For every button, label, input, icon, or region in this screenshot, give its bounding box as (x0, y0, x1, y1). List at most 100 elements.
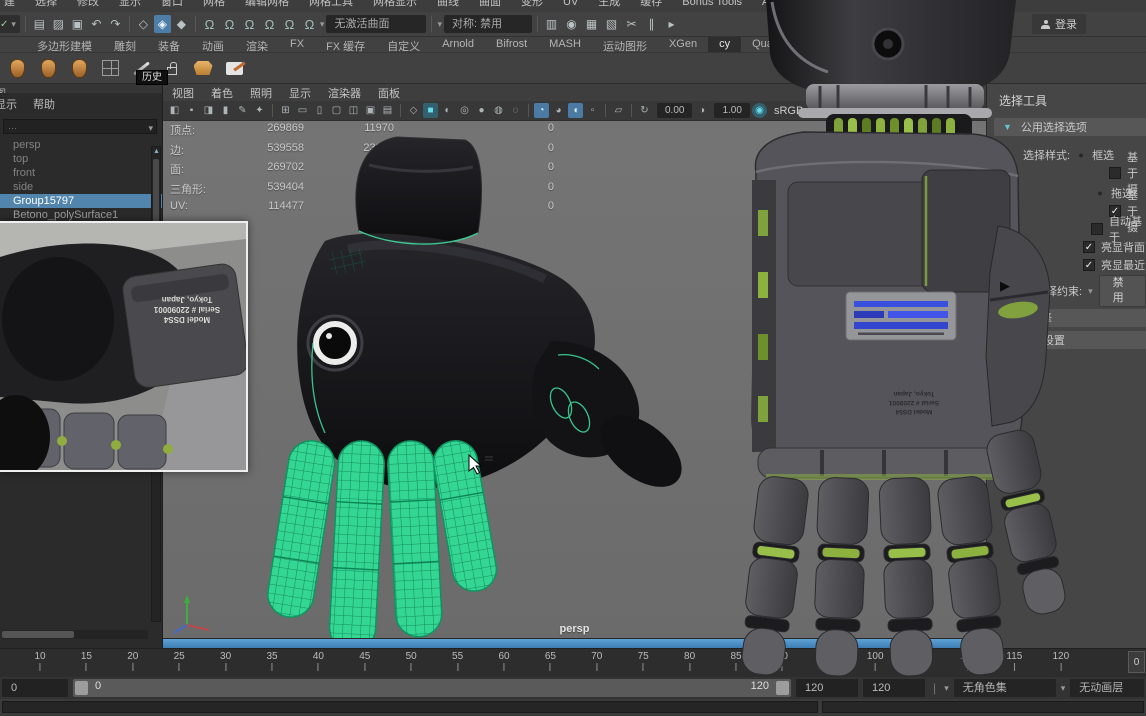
symmetry-field[interactable]: 对称: 禁用 (443, 15, 532, 33)
timeline-tick[interactable]: 40 (313, 651, 324, 671)
film-gate-icon[interactable]: ▭ (295, 103, 310, 118)
menu-item[interactable]: 缓存 (640, 0, 662, 12)
viewport-menu-item[interactable]: 显示 (289, 85, 311, 101)
motion-blur-icon[interactable]: ◌ (508, 103, 523, 118)
outliner-item[interactable]: side (0, 180, 162, 194)
checkbox-auto-based[interactable] (1091, 223, 1103, 235)
poly-sphere-icon[interactable] (6, 56, 28, 80)
outliner-item[interactable]: persp (0, 138, 162, 152)
divider[interactable] (631, 104, 632, 117)
ipr-render-icon[interactable]: ◉ (563, 15, 580, 33)
timeline-tick[interactable]: 25 (174, 651, 185, 671)
menu-item[interactable]: 窗口 (161, 0, 183, 12)
poly-cylinder-icon[interactable] (68, 56, 90, 80)
menu-item[interactable]: 修改 (77, 0, 99, 12)
wireframe-icon[interactable]: ◇ (406, 103, 421, 118)
shelf-tab[interactable]: FX (279, 37, 315, 52)
timeline-tick[interactable]: 50 (406, 651, 417, 671)
timeline-tick[interactable]: 55 (452, 651, 463, 671)
safe-title-icon[interactable]: ▤ (380, 103, 395, 118)
ambient-occlusion-icon[interactable]: ◍ (491, 103, 506, 118)
menu-item[interactable]: UV (563, 0, 578, 12)
panes-icon[interactable] (99, 56, 121, 80)
use-all-lights-icon[interactable]: ◎ (457, 103, 472, 118)
step-icon[interactable]: ▸ (663, 15, 680, 33)
menu-item[interactable]: 生成 (598, 0, 620, 12)
anim-layer-field[interactable]: 无动画层 (1070, 679, 1144, 697)
snap-curve-icon[interactable]: Ω (221, 15, 238, 33)
menu-item[interactable]: 网格显示 (373, 0, 417, 12)
timeline-tick[interactable]: 10 (34, 651, 45, 671)
constraint-value-button[interactable]: 禁用 (1098, 275, 1146, 307)
history-icon[interactable] (223, 56, 245, 80)
divider[interactable] (272, 104, 273, 117)
viewport-menu-item[interactable]: 照明 (250, 85, 272, 101)
panel-expand-arrow-icon[interactable]: ▶ (1000, 279, 1010, 292)
safe-action-icon[interactable]: ▣ (363, 103, 378, 118)
snap-point-icon[interactable]: Ω (241, 15, 258, 33)
menu-item[interactable]: 编辑网格 (245, 0, 289, 12)
outliner-horizontal-scrollbar[interactable] (2, 630, 148, 639)
chevron-down-icon[interactable]: ▾ (944, 683, 949, 694)
range-slider[interactable]: 0 120 (73, 679, 791, 697)
timeline-tick[interactable]: 60 (498, 651, 509, 671)
menu-set-selector[interactable]: ✓ ▾ (0, 15, 20, 33)
timeline-tick[interactable]: 65 (545, 651, 556, 671)
pause-icon[interactable]: ∥ (643, 15, 660, 33)
wireframe-fingers[interactable] (265, 437, 500, 638)
render-view-icon[interactable]: ▥ (543, 15, 560, 33)
menu-item[interactable]: 变形 (521, 0, 543, 12)
outliner-item[interactable]: front (0, 166, 162, 180)
save-scene-icon[interactable]: ▣ (69, 15, 86, 33)
make-live-icon[interactable]: Ω (301, 15, 318, 33)
divider[interactable] (400, 104, 401, 117)
snap-view-plane-icon[interactable]: Ω (281, 15, 298, 33)
redo-icon[interactable]: ↷ (107, 15, 124, 33)
menu-item[interactable]: 曲面 (479, 0, 501, 12)
outliner-item[interactable]: Group15797 (0, 194, 162, 208)
menu-item[interactable]: 网格 (203, 0, 225, 12)
bookmark-icon[interactable]: ▮ (218, 103, 233, 118)
xray-icon[interactable]: ◔ (534, 103, 549, 118)
camera-lock-icon[interactable]: ▪ (184, 103, 199, 118)
checkbox-highlight-nearest[interactable]: ✓ (1083, 259, 1095, 271)
image-plane-icon[interactable]: ✎ (235, 103, 250, 118)
twosided-lighting-icon[interactable]: ✦ (252, 103, 267, 118)
checkbox-highlight-backfaces[interactable]: ✓ (1083, 241, 1095, 253)
outliner-item[interactable]: top (0, 152, 162, 166)
radio-drag[interactable]: ● (1095, 188, 1105, 198)
range-start-field[interactable]: 0 (2, 679, 68, 697)
timeline-tick[interactable]: 75 (638, 651, 649, 671)
timeline-tick[interactable]: 20 (127, 651, 138, 671)
resolution-gate-icon[interactable]: ▯ (312, 103, 327, 118)
current-frame-box[interactable]: 0 (1128, 651, 1145, 673)
radio-marquee[interactable]: ● (1076, 150, 1086, 160)
outliner-menu-item[interactable]: 显示 (0, 96, 17, 112)
shelf-tab[interactable]: Bifrost (485, 37, 538, 52)
gate-mask-icon[interactable]: ▢ (329, 103, 344, 118)
checkbox-camera-based[interactable] (1109, 167, 1121, 179)
outliner-filter-field[interactable]: … ▾ (3, 119, 157, 134)
plugin-shading-icon[interactable]: ▫ (585, 103, 600, 118)
outliner-tab[interactable]: 图 (0, 84, 162, 93)
menu-item[interactable]: 曲线 (437, 0, 459, 12)
new-scene-icon[interactable]: ▤ (31, 15, 48, 33)
chevron-down-icon[interactable]: ▾ (1061, 683, 1066, 694)
camera-icon[interactable]: ◧ (167, 103, 182, 118)
script-input[interactable] (2, 701, 818, 713)
viewport-menu-item[interactable]: 视图 (172, 85, 194, 101)
menu-item[interactable]: 显示 (119, 0, 141, 12)
menu-item[interactable]: 建 (4, 0, 15, 12)
cloth-icon[interactable] (192, 56, 214, 80)
render-settings-icon[interactable]: ▧ (603, 15, 620, 33)
character-set-field[interactable]: 无角色集 (953, 679, 1056, 697)
shadows-icon[interactable]: ● (474, 103, 489, 118)
shelf-tab[interactable]: FX 缓存 (315, 37, 376, 53)
snap-projected-center-icon[interactable]: Ω (261, 15, 278, 33)
divider[interactable] (528, 104, 529, 117)
exposure-icon[interactable]: ↻ (637, 103, 652, 118)
shelf-tab[interactable]: 雕刻 (103, 37, 147, 53)
timeline-tick[interactable]: 30 (220, 651, 231, 671)
open-scene-icon[interactable]: ▨ (50, 15, 67, 33)
live-surface-field[interactable]: 无激活曲面 (326, 15, 427, 33)
